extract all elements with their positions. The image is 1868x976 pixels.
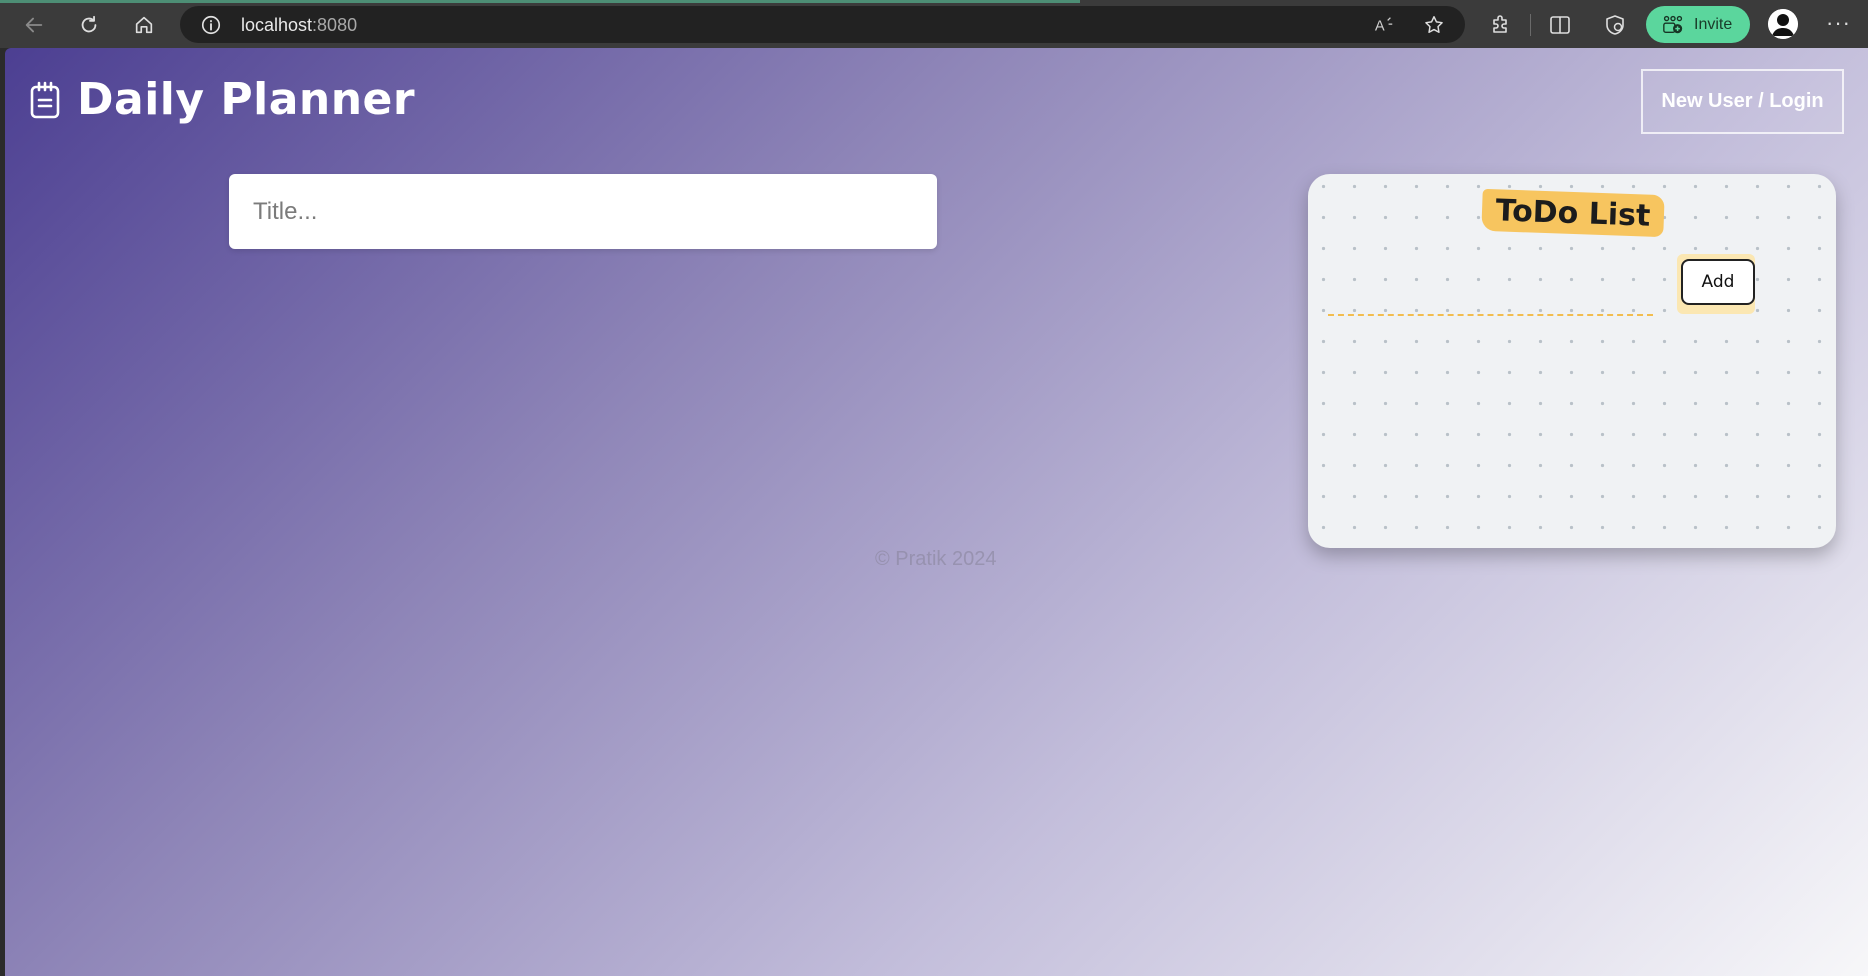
page-title: Daily Planner xyxy=(77,74,416,125)
todo-card: ToDo List Add xyxy=(1308,174,1836,548)
svg-text:A: A xyxy=(1375,19,1385,35)
title-input[interactable] xyxy=(229,174,937,249)
address-bar[interactable]: localhost:8080 A xyxy=(180,6,1465,43)
page-viewport: Daily Planner New User / Login © Pratik … xyxy=(5,48,1868,976)
login-button[interactable]: New User / Login xyxy=(1641,69,1844,134)
favorite-star-icon[interactable] xyxy=(1422,14,1446,36)
toolbar-divider xyxy=(1530,14,1531,36)
footer-copyright: © Pratik 2024 xyxy=(875,548,997,570)
app-header: Daily Planner xyxy=(29,74,415,125)
loading-progress xyxy=(0,0,1080,3)
split-screen-icon[interactable] xyxy=(1548,13,1572,37)
extensions-icon[interactable] xyxy=(1488,13,1512,37)
more-icon[interactable]: ··· xyxy=(1826,10,1856,38)
refresh-icon[interactable] xyxy=(72,8,106,42)
info-icon[interactable] xyxy=(200,14,222,36)
notepad-icon xyxy=(30,81,60,118)
invite-people-icon xyxy=(1663,15,1683,33)
add-button-highlight: Add xyxy=(1677,254,1755,314)
browser-toolbar: localhost:8080 A Invite ··· xyxy=(0,0,1868,48)
invite-button[interactable]: Invite xyxy=(1646,6,1750,43)
profile-avatar-icon[interactable] xyxy=(1768,9,1798,39)
add-todo-button[interactable]: Add xyxy=(1681,259,1755,305)
todo-input-line[interactable] xyxy=(1328,314,1653,316)
todo-heading: ToDo List xyxy=(1481,188,1665,238)
home-icon[interactable] xyxy=(127,8,161,42)
invite-label: Invite xyxy=(1694,15,1733,33)
read-aloud-icon[interactable]: A xyxy=(1372,14,1396,36)
url-text: localhost:8080 xyxy=(241,15,358,35)
browser-essentials-icon[interactable] xyxy=(1603,13,1627,37)
back-icon[interactable] xyxy=(17,8,51,42)
